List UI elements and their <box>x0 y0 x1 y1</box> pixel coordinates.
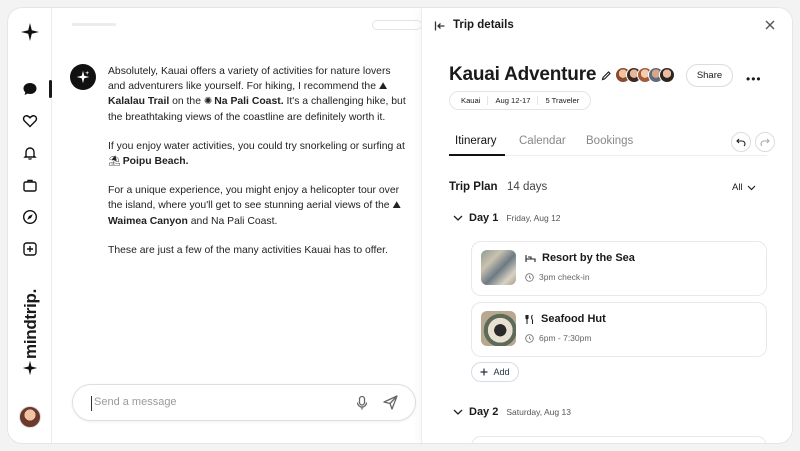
message-input[interactable]: Send a message <box>72 384 416 421</box>
day-2-header[interactable]: Day 2 Saturday, Aug 13 <box>453 406 571 418</box>
undo-icon <box>736 138 746 147</box>
more-options-icon[interactable]: ••• <box>746 72 762 86</box>
compass-icon[interactable] <box>21 208 39 226</box>
message-paragraph: Absolutely, Kauai offers a variety of ac… <box>108 66 406 123</box>
message-paragraph: These are just a few of the many activit… <box>108 244 388 256</box>
active-tab-underline <box>449 154 505 156</box>
trip-plan-days: 14 days <box>507 181 548 193</box>
chevron-down-icon <box>453 215 463 221</box>
day-name: Day 2 <box>469 406 499 418</box>
utensils-icon <box>525 314 534 324</box>
tab-bookings[interactable]: Bookings <box>586 135 633 147</box>
microphone-icon[interactable] <box>355 395 369 416</box>
card-detail: 6pm - 7:30pm <box>525 333 591 343</box>
chat-header-pill <box>372 20 422 30</box>
landmark-icon: ⛰ <box>392 200 401 212</box>
assistant-sparkle-icon <box>76 70 90 84</box>
trip-tags: Kauai Aug 12-17 5 Traveler <box>449 91 592 110</box>
panel-header: Trip details <box>422 8 792 44</box>
edit-pencil-icon[interactable] <box>601 68 612 86</box>
avatar <box>659 67 675 83</box>
share-button[interactable]: Share <box>686 64 733 87</box>
card-title: Seafood Hut <box>525 313 606 325</box>
send-icon[interactable] <box>382 394 399 416</box>
day-name: Day 1 <box>469 212 499 224</box>
user-avatar[interactable] <box>19 406 41 428</box>
place-link-napali[interactable]: Na Pali Coast. <box>214 96 283 107</box>
text-caret <box>91 396 92 411</box>
message-paragraph: If you enjoy water activities, you could… <box>108 139 408 169</box>
tag-dates: Aug 12-17 <box>488 96 539 105</box>
place-link-kalalau[interactable]: Kalalau Trail <box>108 96 169 107</box>
panel-title: Trip details <box>453 19 514 31</box>
chat-header-placeholder <box>72 23 116 26</box>
briefcase-icon[interactable] <box>21 176 39 194</box>
tag-travelers: 5 Traveler <box>545 96 580 105</box>
place-link-poipu[interactable]: Poipu Beach. <box>123 156 189 167</box>
day-date: Friday, Aug 12 <box>506 213 561 223</box>
tab-itinerary[interactable]: Itinerary <box>455 135 497 147</box>
brand-wordmark: mindtrip. <box>21 288 40 359</box>
day-1-header[interactable]: Day 1 Friday, Aug 12 <box>453 212 561 224</box>
traveler-avatars[interactable] <box>615 67 675 84</box>
message-paragraph: For a unique experience, you might enjoy… <box>108 185 401 227</box>
tag-location: Kauai <box>454 96 489 105</box>
heart-icon[interactable] <box>21 112 39 130</box>
sparkle-logo-icon[interactable] <box>20 22 40 42</box>
tab-calendar[interactable]: Calendar <box>519 135 566 147</box>
chevron-down-icon <box>747 185 755 190</box>
message-placeholder: Send a message <box>94 396 177 408</box>
bed-icon <box>525 255 536 262</box>
clock-icon <box>525 272 534 282</box>
app-window: mindtrip. Absolutely, Kauai offers a var… <box>8 8 792 443</box>
collapse-panel-icon[interactable] <box>434 19 446 37</box>
itinerary-card[interactable]: Resort by the Sea 3pm check-in <box>471 241 767 296</box>
plus-square-icon[interactable] <box>21 240 39 258</box>
resort-thumbnail <box>481 250 516 285</box>
clock-icon <box>525 333 534 343</box>
undo-button[interactable] <box>731 132 751 152</box>
card-detail: 3pm check-in <box>525 272 590 282</box>
trip-plan-label: Trip Plan <box>449 181 498 193</box>
filter-dropdown[interactable]: All <box>732 182 756 193</box>
day-date: Saturday, Aug 13 <box>506 407 571 417</box>
filter-label: All <box>732 182 743 193</box>
left-sidebar: mindtrip. <box>8 8 52 443</box>
itinerary-card-partial[interactable] <box>471 436 767 443</box>
chat-icon[interactable] <box>21 80 39 98</box>
beach-icon: ⛱ <box>108 156 121 168</box>
panel-tabs: Itinerary Calendar Bookings <box>449 135 767 156</box>
trip-details-panel: Trip details Kauai Adventure Share ••• K… <box>421 8 792 443</box>
place-link-waimea[interactable]: Waimea Canyon <box>108 216 188 227</box>
chevron-down-icon <box>453 409 463 415</box>
add-item-button[interactable]: Add <box>471 362 519 382</box>
bell-icon[interactable] <box>21 144 39 162</box>
redo-icon <box>760 138 770 147</box>
itinerary-card[interactable]: Seafood Hut 6pm - 7:30pm <box>471 302 767 357</box>
close-icon[interactable] <box>764 18 776 36</box>
redo-button[interactable] <box>755 132 775 152</box>
assistant-message: Absolutely, Kauai offers a variety of ac… <box>108 64 408 272</box>
brand-sparkle-icon <box>22 360 38 376</box>
seafood-thumbnail <box>481 311 516 346</box>
hiker-icon: ⛰ <box>378 81 388 93</box>
assistant-avatar <box>70 64 96 90</box>
card-title: Resort by the Sea <box>525 252 635 264</box>
chat-area: Absolutely, Kauai offers a variety of ac… <box>52 8 422 443</box>
trip-title: Kauai Adventure <box>449 64 597 85</box>
landmark-icon: ✺ <box>203 96 213 108</box>
plus-icon <box>480 368 488 376</box>
